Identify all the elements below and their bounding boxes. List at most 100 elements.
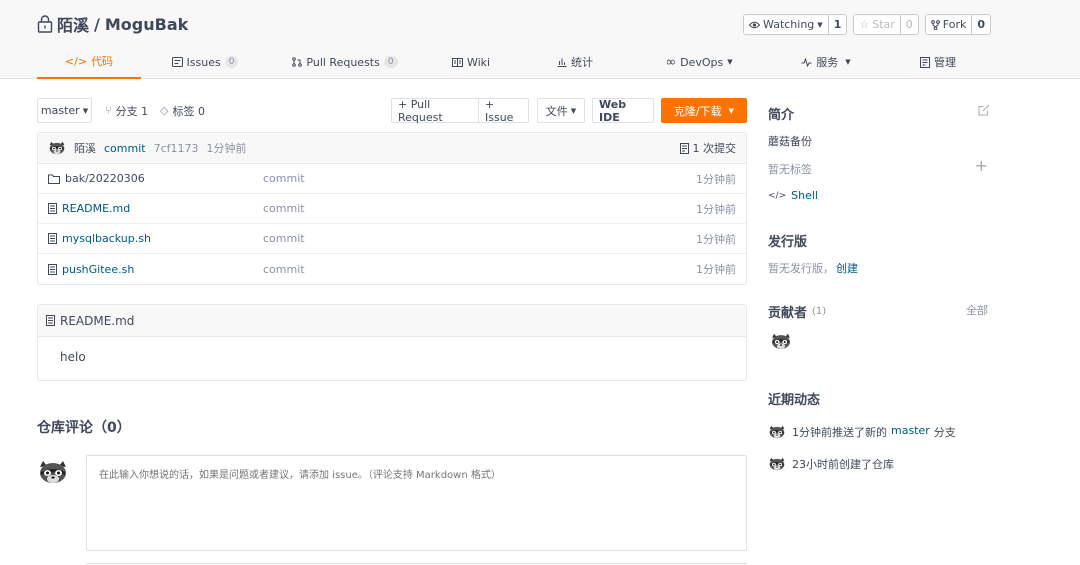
tab-label: 服务: [816, 56, 839, 69]
tab-label: Issues: [186, 55, 221, 69]
file-commit-message[interactable]: commit: [263, 263, 305, 276]
comment-input[interactable]: [86, 455, 747, 551]
repo-owner-link[interactable]: 陌溪: [57, 12, 89, 36]
file-commit-message[interactable]: commit: [263, 172, 305, 185]
issues-count-badge: 0: [224, 56, 239, 68]
readme-panel: README.md helo: [37, 304, 747, 381]
repo-toolbar: master ▼ ⑂ 分支 1 ◇ 标签 0 + Pull Request + …: [37, 98, 747, 124]
branch-label: master: [40, 104, 80, 117]
star-label: Star: [872, 18, 895, 31]
tab-issues[interactable]: Issues 0: [155, 45, 255, 79]
readme-header: README.md: [38, 305, 746, 337]
chevron-down-icon: ▼: [82, 106, 89, 115]
file-commit-message[interactable]: commit: [263, 232, 305, 245]
activity-text-end: 分支: [933, 426, 956, 439]
file-name[interactable]: pushGitee.sh: [62, 263, 134, 276]
activity-branch-link[interactable]: master: [891, 424, 930, 440]
avatar[interactable]: [768, 425, 786, 440]
avatar[interactable]: [768, 457, 786, 472]
tab-services[interactable]: 服务 ▼: [790, 45, 862, 79]
chevron-down-icon: ▼: [728, 106, 735, 115]
file-icon: [48, 233, 57, 244]
commit-author[interactable]: 陌溪: [74, 140, 96, 156]
new-issue-button[interactable]: + Issue: [478, 98, 529, 124]
file-row[interactable]: mysqlbackup.sh commit 1分钟前: [38, 224, 746, 254]
issues-icon: [171, 57, 183, 67]
branches-link[interactable]: ⑂ 分支 1: [105, 98, 148, 123]
file-row[interactable]: pushGitee.sh commit 1分钟前: [38, 254, 746, 284]
wiki-icon: [451, 57, 463, 67]
code-icon: </>: [64, 54, 88, 68]
watch-button[interactable]: Watching ▼ 1: [743, 14, 848, 35]
tab-devops[interactable]: ∞ DevOps ▼: [650, 45, 748, 79]
avatar[interactable]: [37, 460, 69, 486]
watch-count[interactable]: 1: [827, 15, 847, 34]
activity-title: 近期动态: [768, 393, 821, 408]
activity-item: 23小时前创建了仓库: [768, 456, 894, 472]
create-release-link[interactable]: 创建: [836, 260, 858, 276]
repo-path-separator: /: [94, 14, 100, 34]
clone-label: 克隆/下载: [673, 104, 722, 118]
tags-link[interactable]: ◇ 标签 0: [160, 98, 205, 123]
star-icon: ☆: [859, 18, 870, 31]
star-button[interactable]: ☆ Star 0: [853, 14, 919, 35]
edit-icon[interactable]: [978, 104, 990, 116]
tag-icon: ◇: [160, 104, 169, 117]
web-ide-button[interactable]: Web IDE: [592, 98, 654, 124]
file-name[interactable]: bak/20220306: [65, 172, 145, 185]
tab-label: 代码: [91, 55, 114, 68]
fork-count[interactable]: 0: [971, 15, 990, 34]
pull-request-icon: [292, 57, 303, 67]
file-row[interactable]: bak/20220306 commit 1分钟前: [38, 164, 746, 194]
infinity-icon: ∞: [665, 54, 677, 70]
tab-pull-requests[interactable]: Pull Requests 0: [280, 45, 410, 79]
tab-code[interactable]: </> 代码: [37, 45, 141, 79]
files-label: 文件: [545, 104, 568, 118]
contributors-count: (1): [812, 306, 827, 317]
commits-icon: [679, 142, 689, 154]
no-release-text: 暂无发行版，: [768, 262, 834, 275]
file-row[interactable]: README.md commit 1分钟前: [38, 194, 746, 224]
clone-download-button[interactable]: 克隆/下载 ▼: [661, 98, 747, 123]
file-name[interactable]: mysqlbackup.sh: [62, 232, 151, 245]
watch-label: Watching: [763, 18, 815, 31]
contributors-heading: 贡献者 (1): [768, 302, 826, 321]
new-pull-request-button[interactable]: + Pull Request: [391, 98, 479, 124]
tab-stats[interactable]: 统计: [540, 45, 610, 79]
files-menu-button[interactable]: 文件 ▼: [537, 98, 585, 123]
commit-count-link[interactable]: 1 次提交: [679, 140, 737, 156]
tags-label: 标签 0: [172, 104, 205, 118]
lock-icon: [37, 15, 53, 33]
manage-icon: [920, 56, 930, 68]
file-commit-message[interactable]: commit: [263, 202, 305, 215]
release-info: 暂无发行版， 创建: [768, 260, 858, 276]
repo-name-link[interactable]: MoguBak: [105, 15, 188, 34]
tab-label: 管理: [934, 56, 956, 69]
activity-text: 1分钟前推送了新的: [792, 426, 887, 439]
avatar[interactable]: [48, 141, 66, 156]
branch-icon: ⑂: [105, 104, 112, 117]
language-item[interactable]: </> Shell: [768, 189, 818, 202]
file-commit-time: 1分钟前: [696, 263, 736, 276]
tab-wiki[interactable]: Wiki: [435, 45, 507, 79]
add-tag-icon[interactable]: +: [975, 156, 988, 175]
avatar[interactable]: [770, 333, 792, 351]
commit-count: 1 次提交: [692, 142, 737, 155]
file-name[interactable]: README.md: [62, 202, 130, 215]
repo-title: 陌溪 / MoguBak: [37, 13, 188, 35]
branches-label: 分支 1: [115, 104, 149, 118]
intro-title: 简介: [768, 108, 795, 123]
pulse-icon: [801, 57, 812, 67]
commit-hash[interactable]: 7cf1173: [154, 142, 199, 155]
commit-message[interactable]: commit: [104, 142, 146, 155]
star-count[interactable]: 0: [899, 15, 918, 34]
activity-text: 23小时前创建了仓库: [792, 458, 894, 471]
tab-manage[interactable]: 管理: [905, 45, 971, 79]
branch-select[interactable]: master ▼: [37, 98, 92, 123]
all-contributors-link[interactable]: 全部: [966, 302, 988, 318]
readme-content: helo: [60, 350, 86, 364]
file-list: 陌溪 commit 7cf1173 1分钟前 1 次提交 bak/2022030…: [37, 132, 747, 285]
comments-title: 仓库评论（0）: [37, 420, 131, 436]
file-commit-time: 1分钟前: [696, 202, 736, 216]
fork-button[interactable]: Fork 0: [924, 14, 991, 35]
